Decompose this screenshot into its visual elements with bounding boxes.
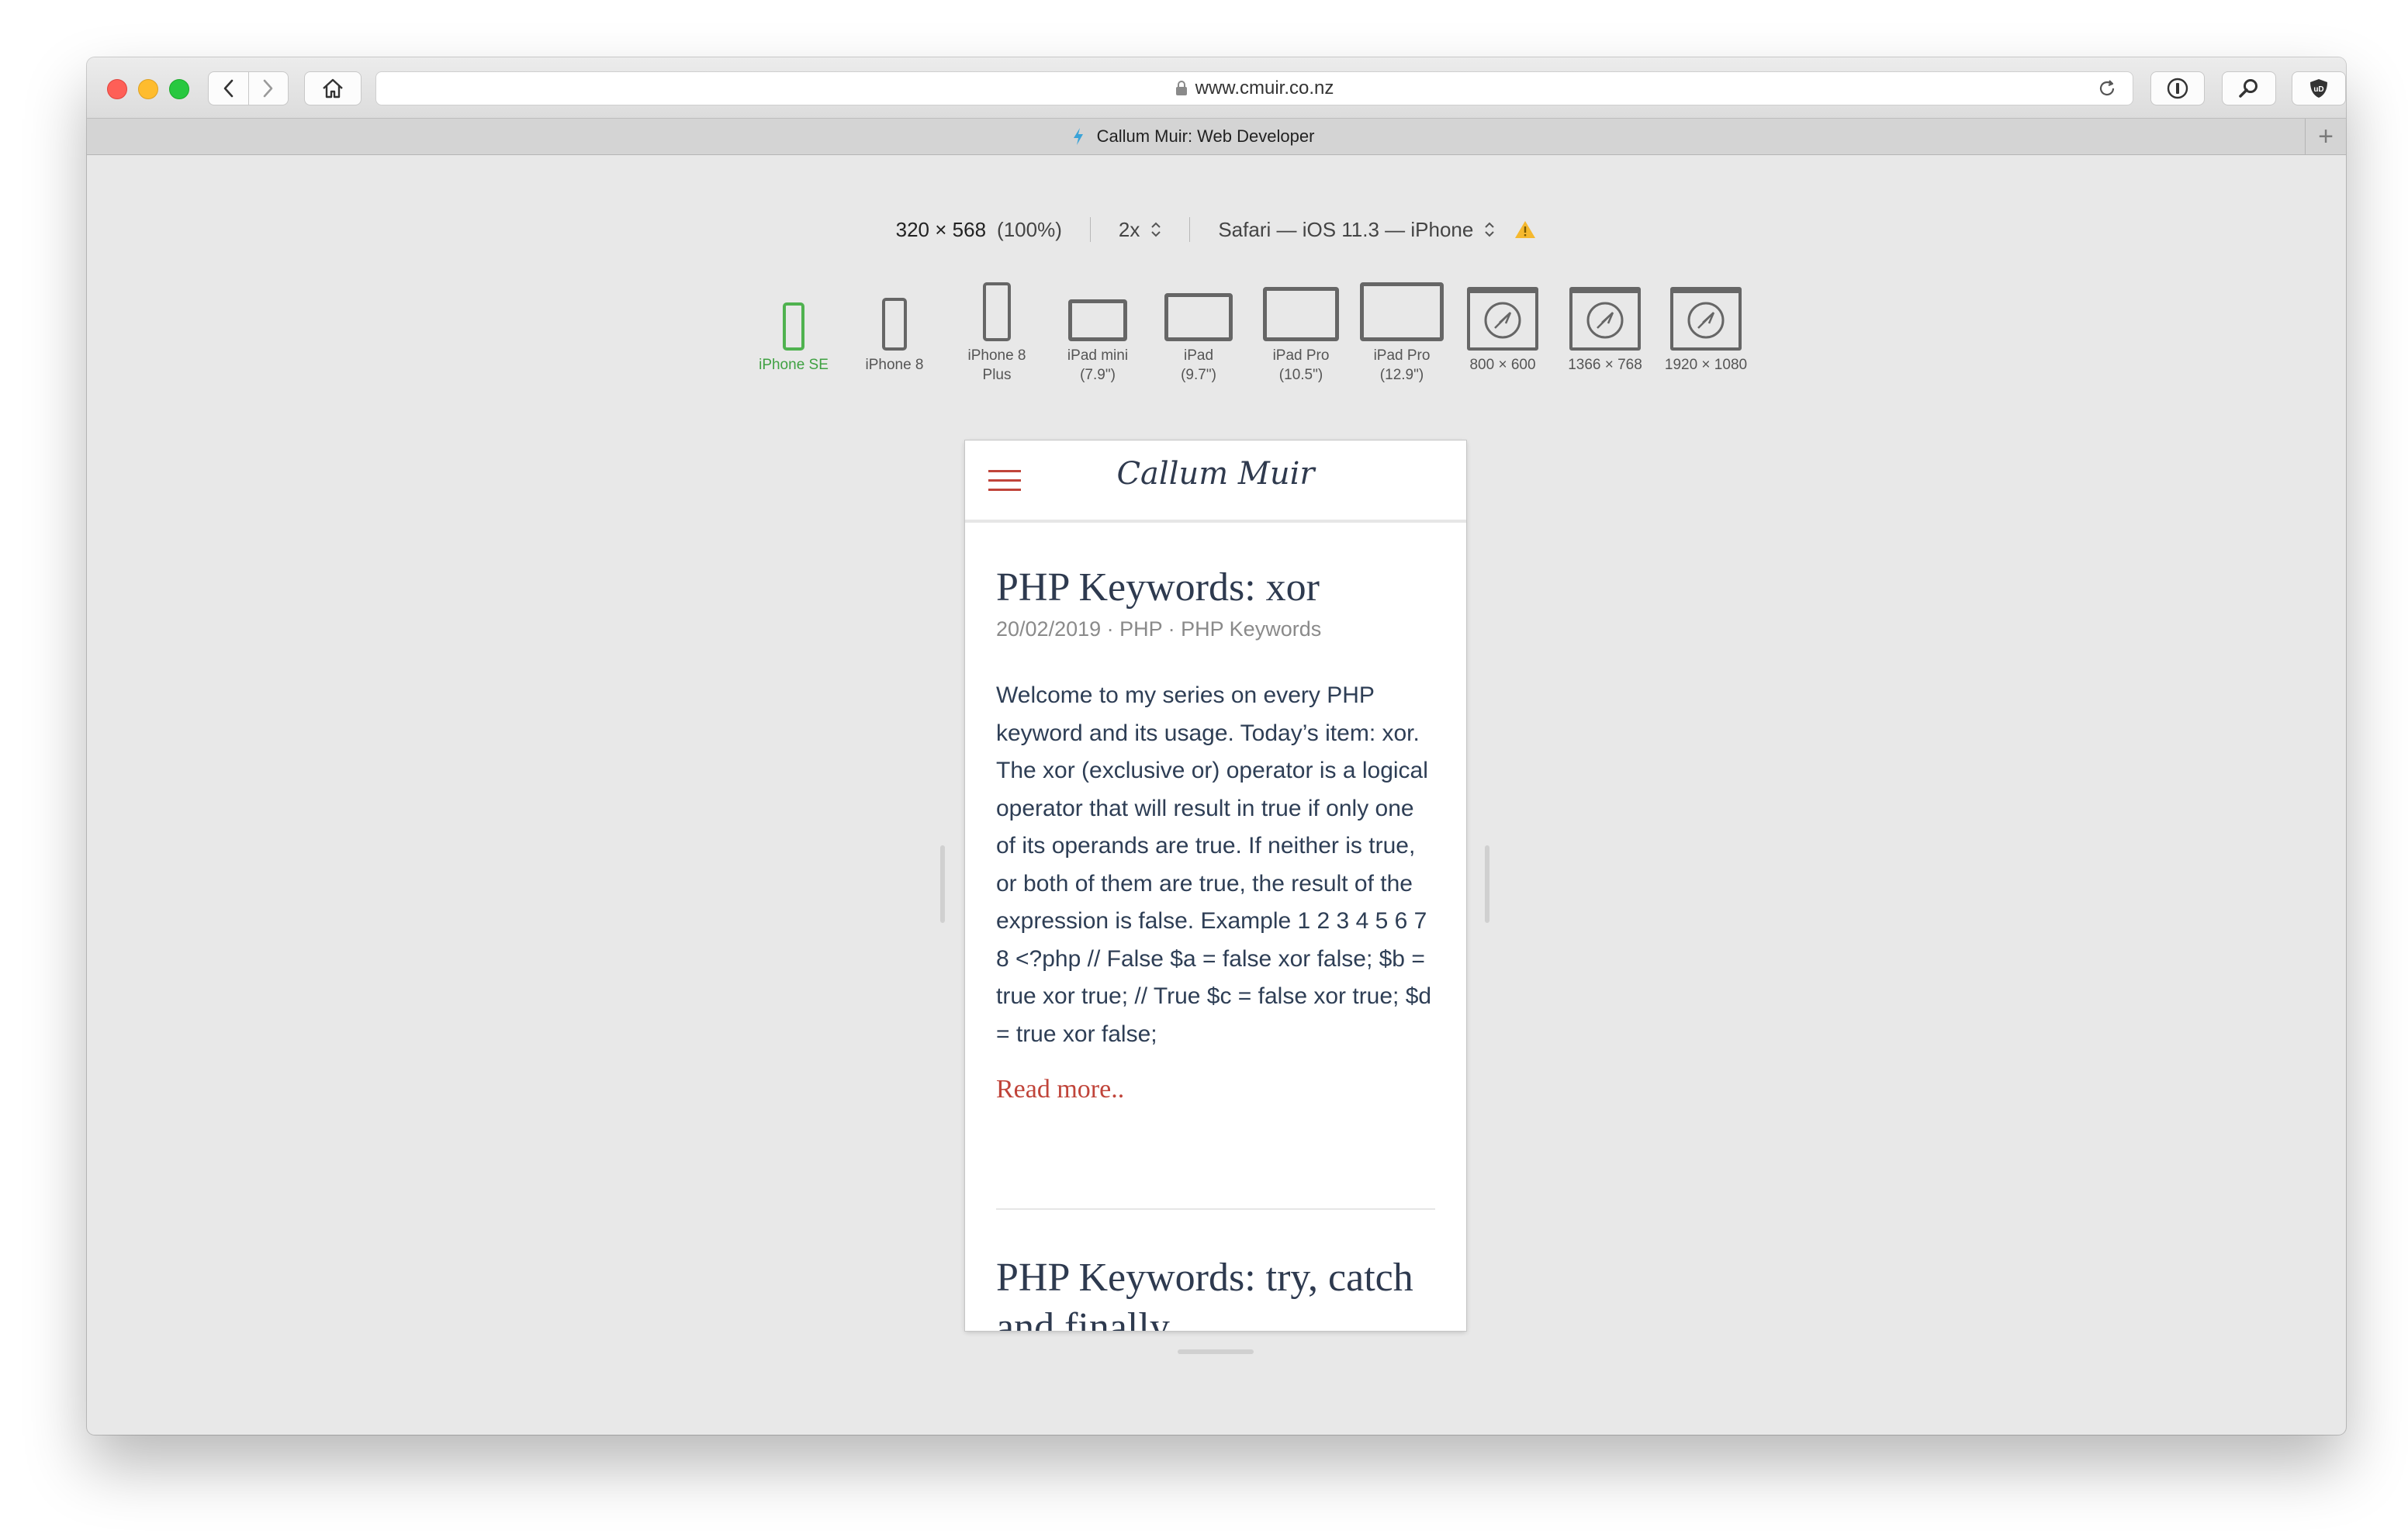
responsive-mode-header: 320 × 568 (100%) 2x Safari — iOS 11.3 — … xyxy=(87,214,2346,245)
device-ipad-pro-12-9[interactable]: iPad Pro (12.9") xyxy=(1351,282,1452,385)
lock-icon xyxy=(1175,81,1187,95)
url-text: www.cmuir.co.nz xyxy=(1195,78,1334,98)
viewport-dimensions: 320 × 568 xyxy=(895,217,987,241)
tablet-xlarge-icon xyxy=(1360,282,1444,341)
post-divider xyxy=(996,1208,1435,1210)
resize-handle-left[interactable] xyxy=(940,845,945,923)
site-title[interactable]: Callum Muir xyxy=(965,456,1466,492)
forward-button[interactable] xyxy=(249,72,289,105)
tab-bar: Callum Muir: Web Developer + xyxy=(87,119,2346,155)
resize-handle-bottom[interactable] xyxy=(1178,1349,1254,1354)
device-1366x768[interactable]: 1366 × 768 xyxy=(1555,282,1656,375)
divider xyxy=(1089,217,1091,242)
navigation-buttons xyxy=(208,71,289,105)
device-label: 1920 × 1080 xyxy=(1664,357,1748,373)
device-iphone-8[interactable]: iPhone 8 xyxy=(844,282,945,375)
resize-handle-right[interactable] xyxy=(1485,845,1489,923)
device-label: iPad Pro (10.5") xyxy=(1272,347,1330,383)
browser-toolbar: www.cmuir.co.nz uD xyxy=(87,57,2346,119)
search-icon xyxy=(2239,79,2258,98)
back-button[interactable] xyxy=(209,72,249,105)
device-ipad-pro-10-5[interactable]: iPad Pro (10.5") xyxy=(1251,282,1351,385)
svg-text:uD: uD xyxy=(2313,85,2323,94)
device-iphone-se[interactable]: iPhone SE xyxy=(743,282,844,375)
device-label: iPhone 8 xyxy=(865,357,924,373)
device-ipad-mini[interactable]: iPad mini (7.9") xyxy=(1047,282,1148,385)
device-1920x1080[interactable]: 1920 × 1080 xyxy=(1656,282,1756,375)
user-agent-value: Safari — iOS 11.3 — iPhone xyxy=(1218,217,1474,241)
minimize-window-button[interactable] xyxy=(138,79,158,99)
address-bar-content: www.cmuir.co.nz xyxy=(376,72,2133,105)
device-picker: iPhone SE iPhone 8 iPhone 8 Plus iPad mi… xyxy=(87,282,2346,461)
post-article: PHP Keywords: xor 20/02/2019 · PHP · PHP… xyxy=(996,563,1435,1104)
compass-window-icon xyxy=(1569,287,1641,351)
post-title[interactable]: PHP Keywords: xor xyxy=(996,563,1435,613)
chevron-left-icon xyxy=(223,79,234,98)
zoom-window-button[interactable] xyxy=(169,79,189,99)
read-more-link[interactable]: Read more.. xyxy=(996,1075,1124,1104)
updown-chevron-icon xyxy=(1485,222,1495,237)
viewport-size: 320 × 568 (100%) xyxy=(896,218,1062,242)
address-bar[interactable]: www.cmuir.co.nz xyxy=(375,71,2133,105)
updown-chevron-icon xyxy=(1151,222,1161,237)
device-label: iPhone 8 Plus xyxy=(967,347,1026,383)
compass-window-icon xyxy=(1467,287,1538,351)
tablet-small-icon xyxy=(1068,299,1127,341)
ublock-button[interactable]: uD xyxy=(2292,71,2346,105)
device-ipad[interactable]: iPad (9.7") xyxy=(1148,282,1249,385)
divider xyxy=(1189,217,1191,242)
shield-icon: uD xyxy=(2310,79,2327,98)
home-button[interactable] xyxy=(304,71,362,105)
chevron-right-icon xyxy=(263,79,273,98)
compass-window-icon xyxy=(1670,287,1742,351)
compass-icon xyxy=(1484,302,1521,339)
new-tab-button[interactable]: + xyxy=(2305,119,2346,154)
site-header: Callum Muir xyxy=(965,441,1466,523)
password-manager-button[interactable] xyxy=(2150,71,2205,105)
active-tab[interactable]: Callum Muir: Web Developer xyxy=(87,119,2299,154)
post-meta: 20/02/2019 · PHP · PHP Keywords xyxy=(996,617,1322,641)
device-label: iPad Pro (12.9") xyxy=(1373,347,1431,383)
lightning-favicon-icon xyxy=(1073,128,1083,145)
phone-large-icon xyxy=(983,282,1011,341)
phone-icon xyxy=(882,298,907,351)
device-label: iPhone SE xyxy=(759,357,829,373)
device-800x600[interactable]: 800 × 600 xyxy=(1452,282,1553,375)
tablet-icon xyxy=(1164,293,1233,341)
reload-icon[interactable] xyxy=(2097,78,2117,98)
viewport-zoom: (100%) xyxy=(997,217,1062,241)
search-extension-button[interactable] xyxy=(2222,71,2276,105)
warning-icon[interactable] xyxy=(1514,219,1537,240)
tab-title: Callum Muir: Web Developer xyxy=(1096,126,1315,146)
user-agent-select[interactable]: Safari — iOS 11.3 — iPhone xyxy=(1218,218,1537,242)
pixel-ratio-select[interactable]: 2x xyxy=(1119,218,1161,242)
tablet-large-icon xyxy=(1263,287,1339,341)
close-window-button[interactable] xyxy=(107,79,127,99)
post-title[interactable]: PHP Keywords: try, catch xyxy=(996,1253,1466,1303)
device-label: 1366 × 768 xyxy=(1568,357,1642,373)
compass-icon xyxy=(1586,302,1624,339)
pixel-ratio-value: 2x xyxy=(1118,217,1140,241)
device-label: iPad (9.7") xyxy=(1181,347,1216,383)
compass-icon xyxy=(1687,302,1725,339)
phone-small-icon xyxy=(783,302,804,351)
device-label: 800 × 600 xyxy=(1469,357,1536,373)
device-iphone-8-plus[interactable]: iPhone 8 Plus xyxy=(946,282,1047,385)
device-viewport: Callum Muir PHP Keywords: xor 20/02/2019… xyxy=(965,441,1466,1331)
password-manager-icon xyxy=(2167,78,2188,99)
browser-window: www.cmuir.co.nz uD Callum Muir: Web Deve… xyxy=(87,57,2346,1435)
home-icon xyxy=(323,78,343,98)
device-label: iPad mini (7.9") xyxy=(1067,347,1129,383)
post-title-continued[interactable]: and finally xyxy=(996,1303,1435,1331)
post-excerpt: Welcome to my series on every PHP keywor… xyxy=(996,682,1432,1047)
